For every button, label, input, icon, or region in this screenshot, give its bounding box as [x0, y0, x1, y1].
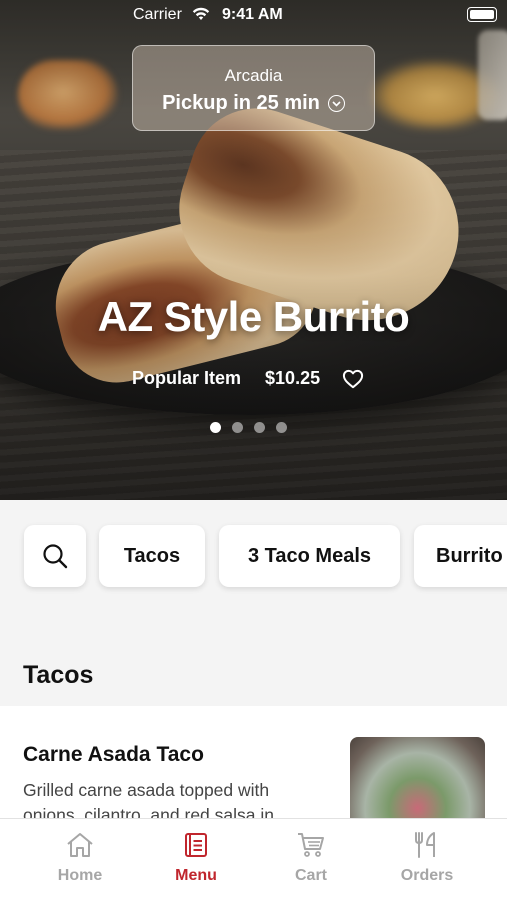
carousel-dot[interactable] — [232, 422, 243, 433]
battery-icon — [467, 7, 497, 22]
menu-item-card[interactable]: Carne Asada Taco Grilled carne asada top… — [0, 706, 507, 832]
location-selector[interactable]: Arcadia Pickup in 25 min — [132, 45, 375, 131]
tab-label: Home — [57, 867, 103, 884]
tab-menu[interactable]: Menu — [151, 831, 241, 885]
carousel-dot[interactable] — [276, 422, 287, 433]
carousel-dot[interactable] — [210, 422, 221, 433]
orders-icon — [415, 832, 435, 858]
heart-icon[interactable] — [342, 369, 364, 389]
chevron-down-icon — [327, 95, 345, 112]
carousel-indicator[interactable] — [210, 422, 287, 433]
search-button[interactable] — [24, 525, 86, 587]
tab-bar: Home Menu Cart Orders — [0, 818, 507, 900]
tab-label: Menu — [175, 867, 217, 884]
pickup-time: Pickup in 25 min — [162, 92, 320, 114]
popular-item-tag: Popular Item — [132, 368, 242, 388]
category-chip-3-taco-meals[interactable]: 3 Taco Meals — [219, 525, 400, 587]
section-title: Tacos — [23, 661, 94, 689]
cart-icon — [298, 833, 324, 857]
home-icon — [67, 833, 93, 857]
hero-price: $10.25 — [265, 368, 321, 388]
tab-label: Cart — [294, 867, 327, 884]
location-name: Arcadia — [224, 66, 283, 85]
category-bar: Tacos 3 Taco Meals Burrito — [0, 500, 507, 645]
wifi-icon — [192, 7, 210, 20]
carrier-label: Carrier — [133, 6, 182, 23]
hero-title: AZ Style Burrito — [97, 293, 410, 340]
carousel-dot[interactable] — [254, 422, 265, 433]
hero-banner[interactable]: Carrier 9:41 AM Arcadia Pickup in 25 min… — [0, 0, 507, 500]
status-bar: Carrier 9:41 AM — [0, 0, 507, 30]
clock: 9:41 AM — [222, 6, 283, 23]
tab-orders[interactable]: Orders — [382, 831, 472, 885]
menu-icon — [185, 833, 207, 857]
tab-label: Orders — [400, 867, 454, 884]
menu-item-name: Carne Asada Taco — [23, 743, 204, 766]
tab-home[interactable]: Home — [35, 831, 125, 885]
search-icon — [43, 544, 68, 569]
category-chip-tacos[interactable]: Tacos — [99, 525, 205, 587]
tab-cart[interactable]: Cart — [266, 831, 356, 885]
category-chip-burrito[interactable]: Burrito — [414, 525, 507, 587]
